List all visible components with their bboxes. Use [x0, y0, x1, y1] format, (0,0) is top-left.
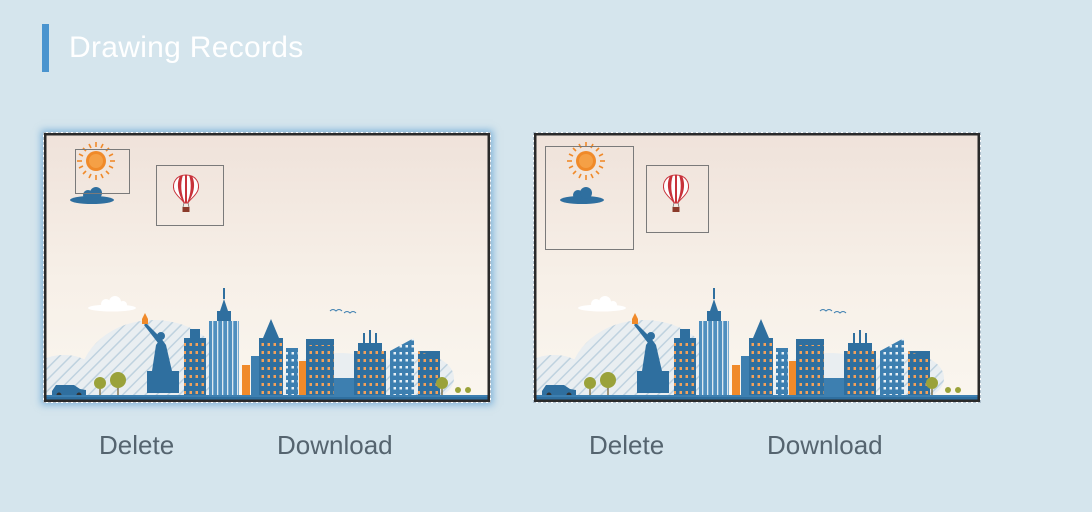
record-actions: Delete Download	[533, 430, 981, 470]
header-accent-bar	[42, 24, 49, 72]
drawing-canvas-image	[534, 133, 980, 402]
download-button[interactable]: Download	[277, 430, 393, 461]
delete-button[interactable]: Delete	[589, 430, 664, 461]
drawing-thumbnail[interactable]	[533, 132, 981, 403]
download-button[interactable]: Download	[767, 430, 883, 461]
section-header: Drawing Records	[42, 24, 304, 72]
drawing-thumbnail[interactable]	[43, 132, 491, 403]
page-title: Drawing Records	[69, 31, 304, 64]
record-actions: Delete Download	[43, 430, 491, 470]
drawing-record-card: Delete Download	[43, 132, 491, 460]
drawing-record-card: Delete Download	[533, 132, 981, 460]
drawing-canvas-image	[44, 133, 490, 402]
delete-button[interactable]: Delete	[99, 430, 174, 461]
